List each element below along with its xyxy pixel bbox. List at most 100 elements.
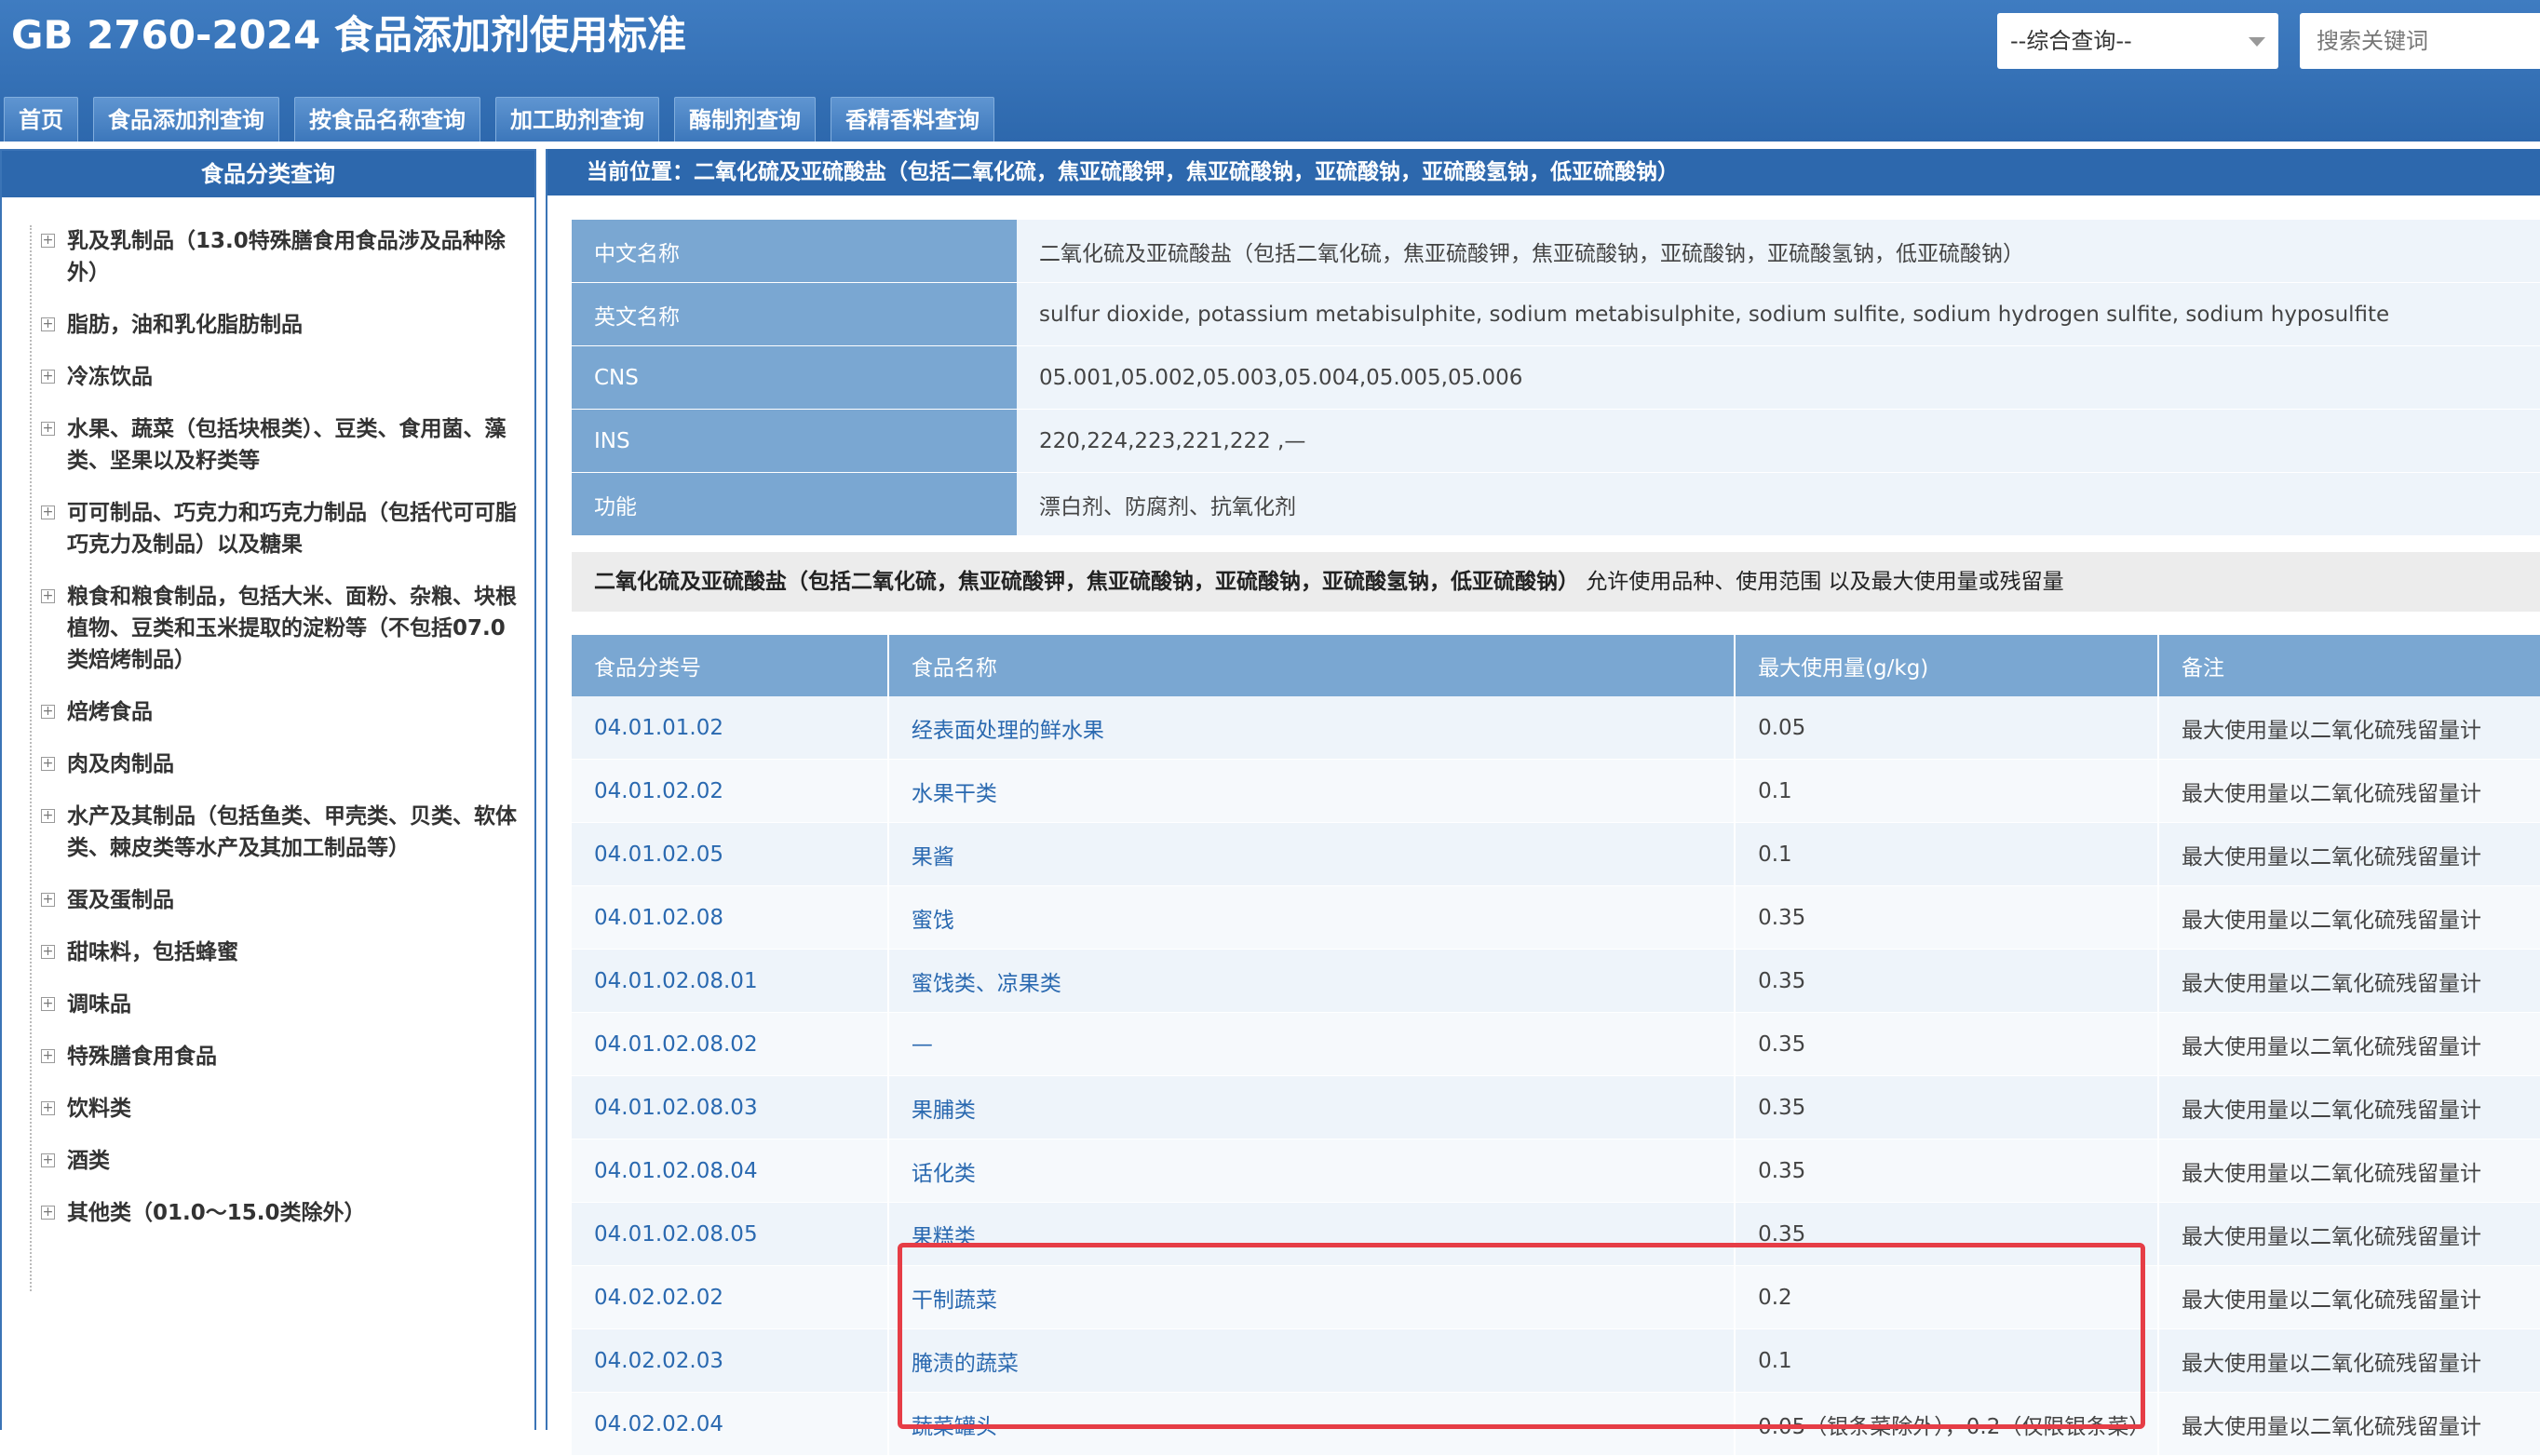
food-name-link[interactable]: 水果干类 xyxy=(887,759,1736,823)
tree-item-label[interactable]: 焙烤食品 xyxy=(67,700,153,724)
food-code-link[interactable]: 04.01.02.08.03 xyxy=(572,1075,889,1139)
tree-item-label[interactable]: 酒类 xyxy=(67,1149,110,1173)
tree-item-label[interactable]: 乳及乳制品（13.0特殊膳食用食品涉及品种除外） xyxy=(67,229,506,285)
tree-item-label[interactable]: 蛋及蛋制品 xyxy=(67,888,174,912)
tree-item[interactable]: + 其他类（01.0～15.0类除外） xyxy=(32,1197,525,1229)
tree-item-label[interactable]: 脂肪，油和乳化脂肪制品 xyxy=(67,313,303,337)
tree-item[interactable]: + 粮食和粮食制品，包括大米、面粉、杂粮、块根植物、豆类和玉米提取的淀粉等（不包括… xyxy=(32,581,525,676)
food-name-link[interactable]: 蜜饯 xyxy=(887,885,1736,950)
food-category-sidebar: 食品分类查询 + 乳及乳制品（13.0特殊膳食用食品涉及品种除外） + 脂肪，油和乳… xyxy=(0,149,536,1430)
note: 最大使用量以二氧化硫残留量计 xyxy=(2158,759,2540,823)
info-row: 功能 漂白剂、防腐剂、抗氧化剂 xyxy=(572,472,2540,536)
note: 最大使用量以二氧化硫残留量计 xyxy=(2158,1328,2540,1393)
expand-plus-icon[interactable]: + xyxy=(41,422,55,436)
tree-item[interactable]: + 脂肪，油和乳化脂肪制品 xyxy=(32,309,525,341)
nav-home[interactable]: 首页 xyxy=(4,97,78,142)
food-code-link[interactable]: 04.01.02.05 xyxy=(572,822,889,886)
tree-item[interactable]: + 调味品 xyxy=(32,989,525,1020)
info-row: 英文名称 sulfur dioxide, potassium metabisul… xyxy=(572,282,2540,346)
tree-item[interactable]: + 蛋及蛋制品 xyxy=(32,884,525,916)
tree-item-label[interactable]: 饮料类 xyxy=(67,1097,131,1121)
tree-item-label[interactable]: 冷冻饮品 xyxy=(67,365,153,389)
tree-item[interactable]: + 水产及其制品（包括鱼类、甲壳类、贝类、软体类、棘皮类等水产及其加工制品等） xyxy=(32,801,525,864)
food-name-link[interactable]: 果酱 xyxy=(887,822,1736,886)
max-usage: 0.35 xyxy=(1735,949,2160,1013)
food-code-link[interactable]: 04.01.02.08.05 xyxy=(572,1202,889,1266)
food-code-link[interactable]: 04.01.02.08.01 xyxy=(572,949,889,1013)
expand-plus-icon[interactable]: + xyxy=(41,370,55,384)
expand-plus-icon[interactable]: + xyxy=(41,893,55,907)
note: 最大使用量以二氧化硫残留量计 xyxy=(2158,822,2540,886)
tree-item[interactable]: + 特殊膳食用食品 xyxy=(32,1041,525,1072)
expand-plus-icon[interactable]: + xyxy=(41,1206,55,1220)
search-input[interactable] xyxy=(2300,13,2540,69)
expand-plus-icon[interactable]: + xyxy=(41,705,55,719)
tree-item[interactable]: + 焙烤食品 xyxy=(32,696,525,728)
expand-plus-icon[interactable]: + xyxy=(41,1101,55,1115)
food-name-link[interactable]: 干制蔬菜 xyxy=(887,1265,1736,1329)
max-usage: 0.2 xyxy=(1735,1265,2160,1329)
tree-item[interactable]: + 乳及乳制品（13.0特殊膳食用食品涉及品种除外） xyxy=(32,225,525,289)
expand-plus-icon[interactable]: + xyxy=(41,234,55,248)
tree-item[interactable]: + 酒类 xyxy=(32,1145,525,1177)
usage-section-title: 二氧化硫及亚硫酸盐（包括二氧化硫，焦亚硫酸钾，焦亚硫酸钠，亚硫酸钠，亚硫酸氢钠，… xyxy=(572,552,2540,612)
section-title-bold: 二氧化硫及亚硫酸盐（包括二氧化硫，焦亚硫酸钾，焦亚硫酸钠，亚硫酸钠，亚硫酸氢钠，… xyxy=(594,570,1579,594)
expand-plus-icon[interactable]: + xyxy=(41,506,55,519)
food-code-link[interactable]: 04.02.02.02 xyxy=(572,1265,889,1329)
food-name-link[interactable]: 腌渍的蔬菜 xyxy=(887,1328,1736,1393)
expand-plus-icon[interactable]: + xyxy=(41,997,55,1011)
query-type-select[interactable]: --综合查询-- xyxy=(1997,13,2278,69)
nav-flavor-query[interactable]: 香精香料查询 xyxy=(831,97,994,142)
tree-item-label[interactable]: 水果、蔬菜（包括块根类）、豆类、食用菌、藻类、坚果以及籽类等 xyxy=(67,417,507,473)
tree-item[interactable]: + 水果、蔬菜（包括块根类）、豆类、食用菌、藻类、坚果以及籽类等 xyxy=(32,413,525,477)
tree-item-label[interactable]: 水产及其制品（包括鱼类、甲壳类、贝类、软体类、棘皮类等水产及其加工制品等） xyxy=(67,804,517,860)
tree-item[interactable]: + 肉及肉制品 xyxy=(32,748,525,780)
table-row: 04.01.02.08.02—0.35 最大使用量以二氧化硫残留量计 xyxy=(572,1012,2540,1076)
food-code-link[interactable]: 04.02.02.03 xyxy=(572,1328,889,1393)
tree-item[interactable]: + 甜味料，包括蜂蜜 xyxy=(32,937,525,968)
site-title[interactable]: GB 2760-2024 食品添加剂使用标准 xyxy=(11,4,686,61)
note: 最大使用量以二氧化硫残留量计 xyxy=(2158,949,2540,1013)
food-code-link[interactable]: 04.01.01.02 xyxy=(572,696,889,760)
food-code-link[interactable]: 04.01.02.08 xyxy=(572,885,889,950)
info-value: 05.001,05.002,05.003,05.004,05.005,05.00… xyxy=(1017,345,2540,410)
tree-item-label[interactable]: 可可制品、巧克力和巧克力制品（包括代可可脂巧克力及制品）以及糖果 xyxy=(67,501,517,557)
food-name-link[interactable]: 经表面处理的鲜水果 xyxy=(887,696,1736,760)
expand-plus-icon[interactable]: + xyxy=(41,945,55,959)
tree-item[interactable]: + 冷冻饮品 xyxy=(32,361,525,393)
food-name-link[interactable]: 蜜饯类、凉果类 xyxy=(887,949,1736,1013)
tree-item-label[interactable]: 肉及肉制品 xyxy=(67,752,174,776)
table-row: 04.01.02.05 果酱 0.1 最大使用量以二氧化硫残留量计 xyxy=(572,822,2540,886)
expand-plus-icon[interactable]: + xyxy=(41,809,55,823)
expand-plus-icon[interactable]: + xyxy=(41,317,55,331)
note: 最大使用量以二氧化硫残留量计 xyxy=(2158,1075,2540,1139)
query-type-value: --综合查询-- xyxy=(2010,28,2132,54)
food-name-link[interactable]: 果脯类 xyxy=(887,1075,1736,1139)
max-usage: 0.1 xyxy=(1735,1328,2160,1393)
col-header-note: 备注 xyxy=(2158,635,2540,696)
tree-item-label[interactable]: 其他类（01.0～15.0类除外） xyxy=(67,1201,366,1225)
food-name-link[interactable]: 蔬菜罐头 xyxy=(887,1392,1736,1456)
tree-item[interactable]: + 饮料类 xyxy=(32,1093,525,1125)
nav-enzyme-query[interactable]: 酶制剂查询 xyxy=(674,97,816,142)
tree-item-label[interactable]: 甜味料，包括蜂蜜 xyxy=(67,940,238,964)
tree-item-label[interactable]: 特殊膳食用食品 xyxy=(67,1045,217,1069)
tree-item-label[interactable]: 粮食和粮食制品，包括大米、面粉、杂粮、块根植物、豆类和玉米提取的淀粉等（不包括0… xyxy=(67,585,517,672)
expand-plus-icon[interactable]: + xyxy=(41,589,55,603)
nav-food-name-query[interactable]: 按食品名称查询 xyxy=(294,97,480,142)
food-name-link[interactable]: 话化类 xyxy=(887,1139,1736,1203)
food-code-link[interactable]: 04.01.02.02 xyxy=(572,759,889,823)
info-value: 漂白剂、防腐剂、抗氧化剂 xyxy=(1017,472,2540,536)
food-code-link[interactable]: 04.01.02.08.02 xyxy=(572,1012,889,1076)
tree-item[interactable]: + 可可制品、巧克力和巧克力制品（包括代可可脂巧克力及制品）以及糖果 xyxy=(32,497,525,560)
expand-plus-icon[interactable]: + xyxy=(41,1049,55,1063)
food-code-link[interactable]: 04.02.02.04 xyxy=(572,1392,889,1456)
nav-additive-query[interactable]: 食品添加剂查询 xyxy=(93,97,279,142)
food-name-link[interactable]: 果糕类 xyxy=(887,1202,1736,1266)
nav-processing-aid-query[interactable]: 加工助剂查询 xyxy=(495,97,659,142)
tree-item-label[interactable]: 调味品 xyxy=(67,992,131,1017)
food-name-link[interactable]: — xyxy=(887,1012,1736,1076)
expand-plus-icon[interactable]: + xyxy=(41,757,55,771)
food-code-link[interactable]: 04.01.02.08.04 xyxy=(572,1139,889,1203)
expand-plus-icon[interactable]: + xyxy=(41,1153,55,1167)
